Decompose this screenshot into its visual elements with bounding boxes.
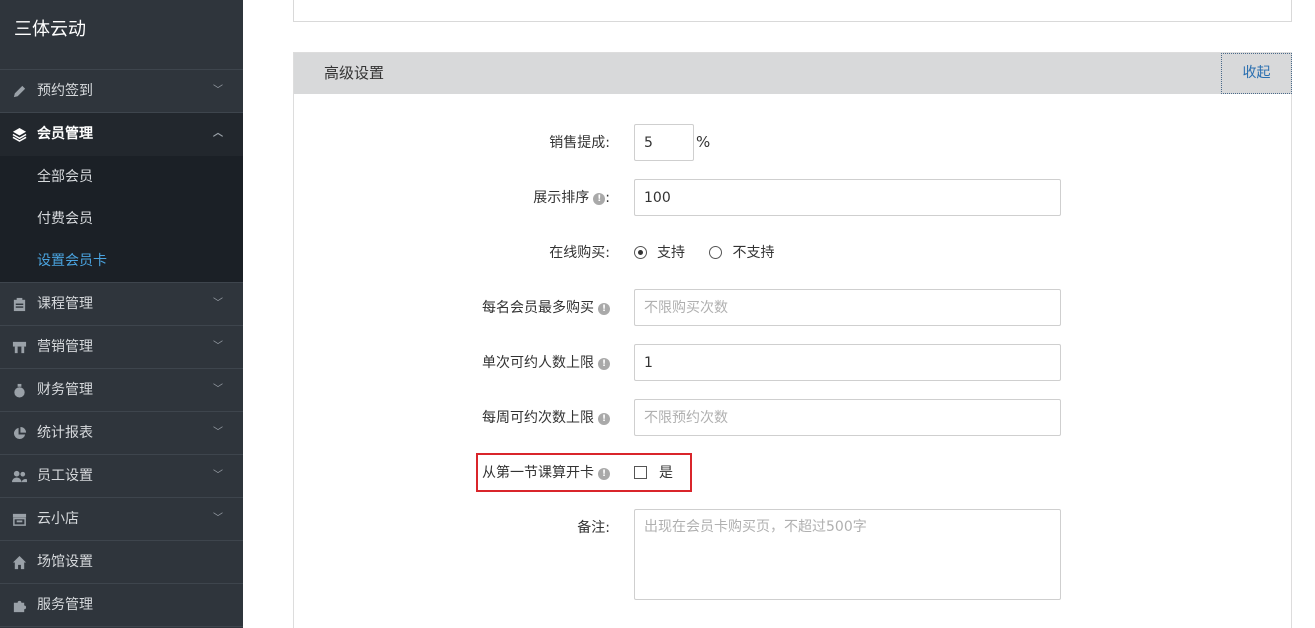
members-submenu: 全部会员 付费会员 设置会员卡	[0, 156, 243, 283]
remark-label: 备注:	[577, 520, 610, 536]
main-content: 高级设置 收起 销售提成: % 展示排序!: 在线购买: 支持 不支持 每名会员…	[243, 0, 1315, 628]
info-icon[interactable]: !	[598, 303, 610, 315]
pie-chart-icon	[13, 426, 27, 440]
weekly-limit-row: 每周可约次数上限!	[294, 399, 1293, 437]
first-class-checkbox-label: 是	[659, 465, 673, 481]
sort-label: 展示排序!:	[533, 179, 610, 217]
sidebar-item-courses[interactable]: 课程管理 ﹀	[0, 283, 243, 326]
sidebar-item-venue[interactable]: 场馆设置	[0, 541, 243, 584]
panel-header: 高级设置 收起	[294, 53, 1292, 94]
sidebar-item-booking[interactable]: 预约签到 ﹀	[0, 70, 243, 113]
max-people-label: 单次可约人数上限!	[482, 344, 610, 382]
weekly-limit-input[interactable]	[634, 399, 1061, 436]
sidebar-item-label: 员工设置	[37, 468, 93, 484]
collapse-button[interactable]: 收起	[1221, 53, 1292, 94]
sidebar-item-marketing[interactable]: 营销管理 ﹀	[0, 326, 243, 369]
sidebar-item-label: 场馆设置	[37, 554, 93, 570]
commission-label: 销售提成:	[549, 135, 610, 151]
chevron-down-icon: ﹀	[213, 384, 223, 395]
previous-panel	[293, 0, 1292, 22]
radio-not-support-label: 不支持	[732, 245, 775, 261]
brand-title: 三体云动	[0, 0, 243, 70]
weekly-limit-label-text: 每周可约次数上限	[482, 410, 594, 426]
first-class-label: 从第一节课算开卡!	[482, 454, 610, 492]
clipboard-icon	[13, 297, 26, 312]
chevron-down-icon: ﹀	[213, 513, 223, 524]
chevron-down-icon: ﹀	[213, 298, 223, 309]
radio-not-support[interactable]	[709, 246, 723, 259]
sidebar-item-reports[interactable]: 统计报表 ﹀	[0, 412, 243, 455]
percent-unit: %	[696, 133, 711, 151]
remark-row: 备注:	[294, 509, 1293, 600]
chevron-down-icon: ﹀	[213, 341, 223, 352]
sidebar: 三体云动 预约签到 ﹀ 会员管理 ︿ 全部会员 付费会员 设置会员卡 课程管理 …	[0, 0, 243, 628]
sort-row: 展示排序!:	[294, 179, 1293, 217]
info-icon[interactable]: !	[598, 468, 610, 480]
layers-icon	[12, 127, 27, 142]
max-buy-row: 每名会员最多购买!	[294, 289, 1293, 327]
home-icon	[12, 555, 27, 570]
sidebar-item-shop[interactable]: 云小店 ﹀	[0, 498, 243, 541]
first-class-option: 是	[634, 454, 673, 492]
weekly-limit-label: 每周可约次数上限!	[482, 399, 610, 437]
chevron-down-icon: ﹀	[213, 427, 223, 438]
radio-support[interactable]	[634, 246, 647, 259]
advanced-settings-panel: 高级设置 收起 销售提成: % 展示排序!: 在线购买: 支持 不支持 每名会员…	[293, 52, 1292, 628]
max-buy-label: 每名会员最多购买!	[482, 289, 610, 327]
chevron-down-icon: ﹀	[213, 470, 223, 481]
commission-row: 销售提成: %	[294, 124, 1293, 162]
radio-support-label: 支持	[657, 245, 685, 261]
users-icon	[12, 470, 27, 483]
sidebar-item-service[interactable]: 服务管理	[0, 584, 243, 627]
first-class-label-text: 从第一节课算开卡	[482, 465, 594, 481]
sidebar-item-label: 统计报表	[37, 425, 93, 441]
sidebar-subitem-paid-members[interactable]: 付费会员	[0, 198, 243, 240]
info-icon[interactable]: !	[598, 358, 610, 370]
sidebar-item-staff[interactable]: 员工设置 ﹀	[0, 455, 243, 498]
sidebar-subitem-member-card[interactable]: 设置会员卡	[0, 240, 243, 282]
pencil-icon	[13, 85, 26, 98]
sort-input[interactable]	[634, 179, 1061, 216]
sidebar-item-finance[interactable]: 财务管理 ﹀	[0, 369, 243, 412]
puzzle-icon	[13, 600, 27, 613]
sort-label-text: 展示排序	[533, 190, 590, 206]
chevron-down-icon: ﹀	[213, 85, 223, 96]
first-class-row: 从第一节课算开卡! 是	[294, 454, 1293, 492]
info-icon[interactable]: !	[598, 413, 610, 425]
sidebar-item-label: 营销管理	[37, 339, 93, 355]
shop-icon	[12, 513, 27, 526]
info-icon[interactable]: !	[593, 193, 606, 205]
commission-input[interactable]	[634, 124, 694, 161]
sidebar-item-label: 财务管理	[37, 382, 93, 398]
sidebar-item-members[interactable]: 会员管理 ︿	[0, 113, 243, 156]
sidebar-item-label: 预约签到	[37, 83, 93, 99]
sidebar-item-label: 服务管理	[37, 597, 93, 613]
max-people-label-text: 单次可约人数上限	[482, 355, 594, 371]
chevron-up-icon: ︿	[213, 128, 223, 139]
sort-label-suffix: :	[605, 190, 610, 206]
sidebar-item-label: 云小店	[37, 511, 79, 527]
first-class-checkbox[interactable]	[634, 466, 647, 479]
sidebar-item-label: 会员管理	[37, 126, 93, 142]
max-people-input[interactable]	[634, 344, 1061, 381]
sidebar-item-label: 课程管理	[37, 296, 93, 312]
online-purchase-radio-group: 支持 不支持	[634, 234, 774, 272]
max-people-row: 单次可约人数上限!	[294, 344, 1293, 382]
max-buy-label-text: 每名会员最多购买	[482, 300, 594, 316]
money-bag-icon	[14, 383, 25, 398]
sidebar-subitem-all-members[interactable]: 全部会员	[0, 156, 243, 198]
max-buy-input[interactable]	[634, 289, 1061, 326]
online-purchase-row: 在线购买: 支持 不支持	[294, 234, 1293, 272]
remark-textarea[interactable]	[634, 509, 1061, 600]
online-purchase-label: 在线购买:	[549, 245, 610, 261]
store-icon	[12, 341, 27, 354]
panel-title: 高级设置	[324, 64, 385, 82]
